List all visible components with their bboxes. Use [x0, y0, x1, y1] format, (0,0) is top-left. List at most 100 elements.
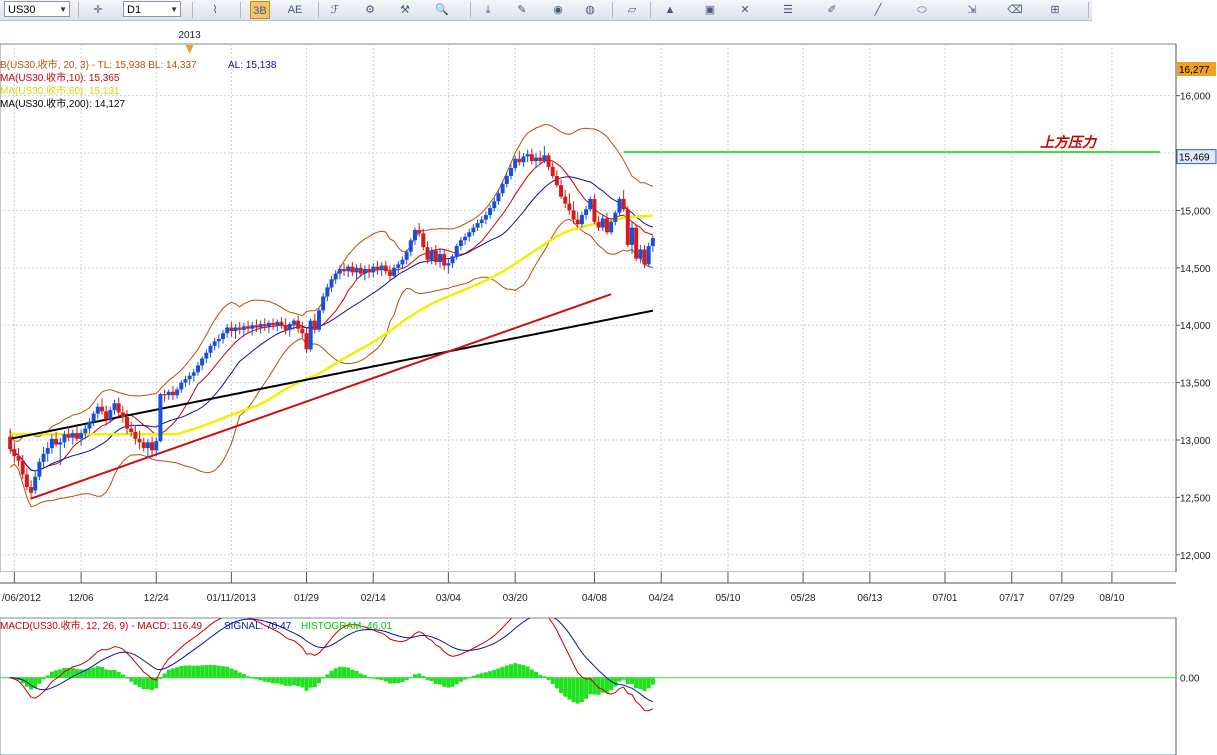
histogram-bar: [529, 669, 534, 678]
candle-body: [408, 240, 413, 252]
histogram-bar: [112, 669, 117, 678]
histogram-bar: [108, 670, 113, 678]
eraser-icon[interactable]: ⌫: [1005, 1, 1025, 19]
crosshair-icon[interactable]: ✛: [88, 1, 108, 19]
pen-tool-icon[interactable]: ✐: [822, 1, 842, 19]
image-icon[interactable]: ▣: [700, 1, 720, 19]
cross-tool-icon[interactable]: ✕: [735, 1, 755, 19]
candle-body: [250, 325, 255, 329]
price-tick-label: 14,000: [1180, 321, 1211, 332]
histogram-bar: [141, 677, 146, 690]
histogram-bar: [396, 677, 401, 683]
candle-body: [179, 382, 184, 390]
download-icon[interactable]: ⤓: [478, 1, 498, 19]
candle-body: [629, 227, 634, 245]
candle-body: [638, 249, 643, 259]
draw-icon[interactable]: ✎: [512, 1, 532, 19]
candle-body: [534, 157, 539, 162]
candle-body: [571, 210, 576, 220]
globe-icon[interactable]: ◍: [580, 1, 600, 19]
candle-body: [95, 406, 100, 414]
histogram-bar: [183, 665, 188, 678]
candle-body: [141, 442, 146, 449]
candle-body: [563, 196, 568, 204]
pencil-tool-icon[interactable]: ╱: [868, 1, 888, 19]
ellipse-tool-icon[interactable]: ⬭: [912, 1, 932, 19]
candle-body: [325, 287, 330, 297]
chart-type-icon[interactable]: ⌇: [205, 1, 225, 19]
arrows-tool-icon[interactable]: ⇲: [962, 1, 982, 19]
histogram-bar: [400, 677, 405, 683]
toolbar-separator: [1088, 2, 1089, 18]
candle-body: [12, 449, 17, 457]
candle-body: [600, 218, 605, 228]
top-price-label: 16,277: [1179, 65, 1210, 76]
candle-body: [87, 421, 92, 429]
candle-body: [567, 203, 572, 211]
indicator-icon[interactable]: ℱ: [325, 1, 345, 19]
timeframe-select[interactable]: D1 ▼: [123, 1, 181, 17]
histogram-bar: [283, 677, 288, 686]
candle-body: [158, 394, 163, 442]
timeframe-select-value: D1: [127, 4, 142, 16]
chart-area[interactable]: 上方压力 12,000 12,500 13,000 13,500 14,000 14,50…: [0, 21, 1217, 755]
template-ae-icon[interactable]: AE: [285, 1, 305, 19]
histogram-bar: [246, 676, 251, 678]
zoom-icon[interactable]: 🔍: [432, 1, 452, 19]
candle-body: [262, 324, 267, 327]
date-tick-label: 06/13: [857, 593, 882, 604]
candle-body: [175, 389, 180, 396]
template-3b-icon[interactable]: 3B: [250, 1, 270, 19]
candle-body: [233, 327, 238, 331]
candle-body: [492, 201, 497, 209]
histogram-bar: [592, 677, 597, 695]
ruler-icon[interactable]: ▱: [622, 1, 642, 19]
histogram-bar: [538, 674, 543, 678]
hierarchy-icon[interactable]: ⊞: [1045, 1, 1065, 19]
symbol-select[interactable]: US30 ▼: [4, 1, 70, 17]
price-axis: 12,000 12,500 13,000 13,500 14,000 14,500 15,0…: [1175, 44, 1217, 755]
candle-body: [513, 158, 518, 168]
histogram-bar: [195, 665, 200, 678]
candle-body: [104, 411, 109, 420]
histogram-bar: [250, 677, 255, 679]
price-tick-label: 16,000: [1180, 92, 1211, 103]
histogram-bar: [567, 677, 572, 700]
histogram-bar: [145, 677, 150, 690]
candle-body: [575, 219, 580, 225]
object-icon[interactable]: ⚙: [360, 1, 380, 19]
histogram-bar: [475, 674, 480, 678]
histogram-bar: [325, 674, 330, 678]
candle-body: [79, 433, 84, 439]
histogram-bar: [404, 677, 409, 681]
histogram-bar: [642, 677, 647, 691]
histogram-bar: [625, 677, 630, 685]
candle-body: [287, 324, 292, 330]
candle-body: [308, 320, 313, 350]
histogram-bar: [104, 669, 109, 678]
candle-body: [371, 266, 376, 273]
candle-body: [241, 326, 246, 330]
candle-body: [542, 155, 547, 162]
histogram-bar: [609, 677, 614, 691]
candle-body: [592, 198, 597, 222]
candle-body: [642, 249, 647, 265]
candle-body: [454, 246, 459, 257]
histogram-bar: [350, 669, 355, 678]
lines-tool-icon[interactable]: ☰: [778, 1, 798, 19]
candle-body: [604, 218, 609, 233]
settings-icon[interactable]: ⚒: [395, 1, 415, 19]
legend-entry: MA(US30.收市,200): 14,127: [0, 97, 125, 110]
macd-legend: MACD(US30.收市, 12, 26, 9) - MACD: 116.49 S…: [0, 619, 392, 632]
eye-icon[interactable]: ◉: [548, 1, 568, 19]
date-tick-label: 01/29: [294, 593, 319, 604]
mountain-chart-icon[interactable]: ▲: [660, 1, 680, 19]
candle-body: [216, 338, 221, 342]
histogram-bar: [241, 674, 246, 678]
candle-body: [358, 267, 363, 274]
candle-body: [471, 227, 476, 233]
price-pane[interactable]: [0, 43, 1177, 573]
histogram-bar: [521, 665, 526, 678]
candle-body: [137, 438, 142, 443]
chevron-down-icon: ▼: [170, 5, 178, 14]
